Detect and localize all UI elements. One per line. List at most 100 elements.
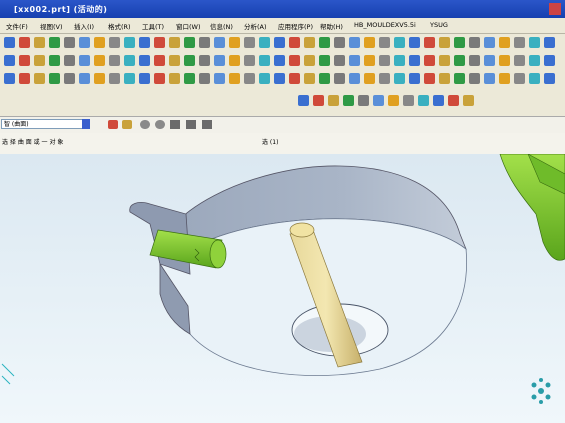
surface-tool-icon-26[interactable] <box>394 73 405 84</box>
standard-tool-icon-15[interactable] <box>229 37 240 48</box>
feature-tool-icon-11[interactable] <box>169 55 180 66</box>
menu-hb-mould[interactable]: HB_MOULDEXV5.5i <box>354 21 416 29</box>
feature-tool-icon-20[interactable] <box>304 55 315 66</box>
standard-tool-icon-24[interactable] <box>364 37 375 48</box>
filter-select[interactable]: 智 (曲面) <box>1 119 89 129</box>
surface-tool-icon-36[interactable] <box>544 73 555 84</box>
menu-ysug[interactable]: YSUG <box>430 21 448 29</box>
analysis-tool-icon-3[interactable] <box>343 95 354 106</box>
feature-tool-icon-35[interactable] <box>529 55 540 66</box>
standard-tool-icon-0[interactable] <box>4 37 15 48</box>
feature-tool-icon-16[interactable] <box>244 55 255 66</box>
feature-tool-icon-9[interactable] <box>139 55 150 66</box>
standard-tool-icon-3[interactable] <box>49 37 60 48</box>
cursor-icon[interactable] <box>202 120 212 129</box>
surface-tool-icon-5[interactable] <box>79 73 90 84</box>
surface-tool-icon-28[interactable] <box>424 73 435 84</box>
feature-tool-icon-29[interactable] <box>439 55 450 66</box>
chevron-down-icon[interactable] <box>82 119 90 129</box>
feature-tool-icon-3[interactable] <box>49 55 60 66</box>
standard-tool-icon-21[interactable] <box>319 37 330 48</box>
surface-tool-icon-27[interactable] <box>409 73 420 84</box>
feature-tool-icon-5[interactable] <box>79 55 90 66</box>
feature-tool-icon-31[interactable] <box>469 55 480 66</box>
standard-tool-icon-18[interactable] <box>274 37 285 48</box>
box-select-icon[interactable] <box>170 120 180 129</box>
surface-tool-icon-3[interactable] <box>49 73 60 84</box>
surface-tool-icon-8[interactable] <box>124 73 135 84</box>
feature-tool-icon-28[interactable] <box>424 55 435 66</box>
standard-tool-icon-6[interactable] <box>94 37 105 48</box>
surface-tool-icon-21[interactable] <box>319 73 330 84</box>
menu-tools[interactable]: 工具(T) <box>142 21 164 31</box>
standard-tool-icon-11[interactable] <box>169 37 180 48</box>
standard-tool-icon-25[interactable] <box>379 37 390 48</box>
feature-tool-icon-34[interactable] <box>514 55 525 66</box>
feature-tool-icon-1[interactable] <box>19 55 30 66</box>
surface-tool-icon-35[interactable] <box>529 73 540 84</box>
menu-info[interactable]: 信息(N) <box>210 21 233 31</box>
surface-tool-icon-32[interactable] <box>484 73 495 84</box>
feature-tool-icon-10[interactable] <box>154 55 165 66</box>
select-icon[interactable] <box>108 120 118 129</box>
feature-tool-icon-14[interactable] <box>214 55 225 66</box>
feature-tool-icon-24[interactable] <box>364 55 375 66</box>
surface-tool-icon-2[interactable] <box>34 73 45 84</box>
surface-tool-icon-22[interactable] <box>334 73 345 84</box>
menu-analysis[interactable]: 分析(A) <box>244 21 267 31</box>
feature-tool-icon-2[interactable] <box>34 55 45 66</box>
standard-tool-icon-5[interactable] <box>79 37 90 48</box>
feature-tool-icon-23[interactable] <box>349 55 360 66</box>
standard-tool-icon-36[interactable] <box>544 37 555 48</box>
surface-tool-icon-17[interactable] <box>259 73 270 84</box>
menu-view[interactable]: 视图(V) <box>40 21 63 31</box>
feature-tool-icon-6[interactable] <box>94 55 105 66</box>
standard-tool-icon-22[interactable] <box>334 37 345 48</box>
feature-tool-icon-36[interactable] <box>544 55 555 66</box>
menu-apps[interactable]: 应用程序(P) <box>278 21 313 31</box>
surface-tool-icon-14[interactable] <box>214 73 225 84</box>
surface-tool-icon-30[interactable] <box>454 73 465 84</box>
surface-tool-icon-20[interactable] <box>304 73 315 84</box>
menu-file[interactable]: 文件(F) <box>6 21 28 31</box>
standard-tool-icon-8[interactable] <box>124 37 135 48</box>
feature-tool-icon-32[interactable] <box>484 55 495 66</box>
feature-tool-icon-7[interactable] <box>109 55 120 66</box>
standard-tool-icon-23[interactable] <box>349 37 360 48</box>
surface-tool-icon-23[interactable] <box>349 73 360 84</box>
feature-tool-icon-15[interactable] <box>229 55 240 66</box>
standard-tool-icon-19[interactable] <box>289 37 300 48</box>
surface-tool-icon-25[interactable] <box>379 73 390 84</box>
analysis-tool-icon-9[interactable] <box>433 95 444 106</box>
surface-tool-icon-1[interactable] <box>19 73 30 84</box>
surface-tool-icon-31[interactable] <box>469 73 480 84</box>
surface-tool-icon-10[interactable] <box>154 73 165 84</box>
standard-tool-icon-20[interactable] <box>304 37 315 48</box>
standard-tool-icon-12[interactable] <box>184 37 195 48</box>
feature-tool-icon-19[interactable] <box>289 55 300 66</box>
filter-icon[interactable] <box>122 120 132 129</box>
feature-tool-icon-25[interactable] <box>379 55 390 66</box>
analysis-tool-icon-2[interactable] <box>328 95 339 106</box>
surface-tool-icon-9[interactable] <box>139 73 150 84</box>
standard-tool-icon-10[interactable] <box>154 37 165 48</box>
surface-tool-icon-34[interactable] <box>514 73 525 84</box>
standard-tool-icon-2[interactable] <box>34 37 45 48</box>
standard-tool-icon-17[interactable] <box>259 37 270 48</box>
standard-tool-icon-35[interactable] <box>529 37 540 48</box>
graphics-viewport[interactable] <box>0 154 565 423</box>
analysis-tool-icon-8[interactable] <box>418 95 429 106</box>
surface-tool-icon-0[interactable] <box>4 73 15 84</box>
standard-tool-icon-31[interactable] <box>469 37 480 48</box>
surface-tool-icon-15[interactable] <box>229 73 240 84</box>
analysis-tool-icon-4[interactable] <box>358 95 369 106</box>
feature-tool-icon-12[interactable] <box>184 55 195 66</box>
surface-tool-icon-4[interactable] <box>64 73 75 84</box>
surface-tool-icon-6[interactable] <box>94 73 105 84</box>
analysis-tool-icon-5[interactable] <box>373 95 384 106</box>
analysis-tool-icon-6[interactable] <box>388 95 399 106</box>
feature-tool-icon-13[interactable] <box>199 55 210 66</box>
standard-tool-icon-4[interactable] <box>64 37 75 48</box>
standard-tool-icon-32[interactable] <box>484 37 495 48</box>
standard-tool-icon-1[interactable] <box>19 37 30 48</box>
